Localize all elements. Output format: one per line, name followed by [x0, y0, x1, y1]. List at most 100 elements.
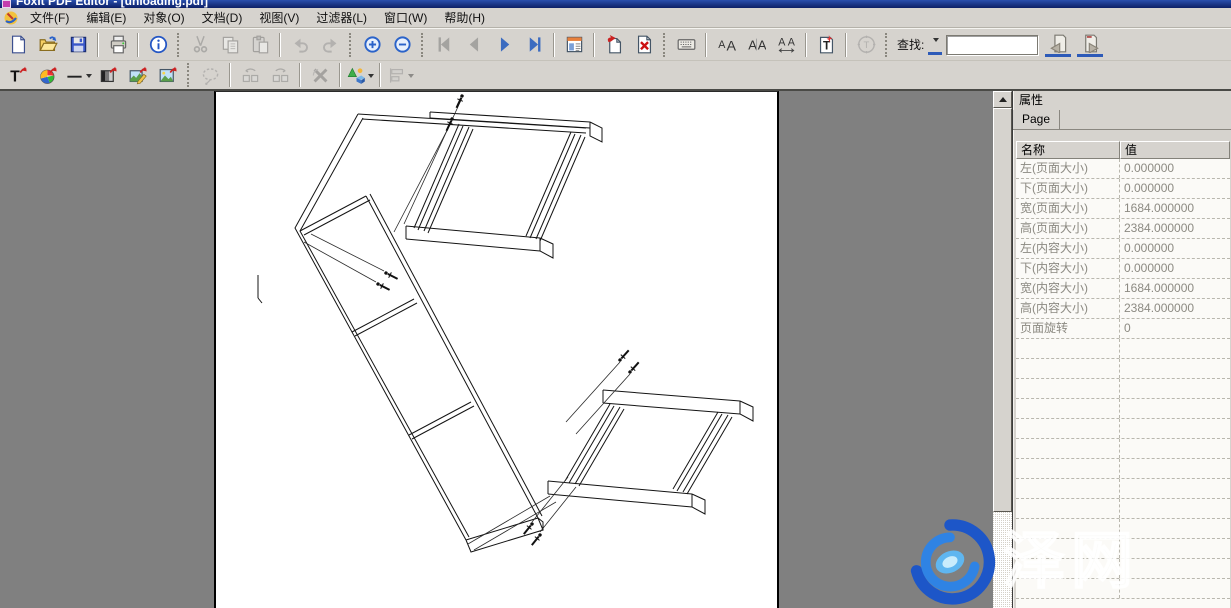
screw-symbol — [454, 93, 466, 109]
edit-image-button[interactable] — [124, 62, 152, 88]
save-file-button[interactable] — [64, 32, 92, 58]
zoom-in-button[interactable] — [358, 32, 386, 58]
line-style-button[interactable] — [64, 62, 92, 88]
page-thumbnails-icon — [565, 35, 584, 54]
zoom-in-icon — [363, 35, 382, 54]
property-row[interactable]: 宽(内容大小)1684.000000 — [1016, 279, 1230, 299]
menu-view[interactable]: 视图(V) — [254, 10, 304, 26]
property-row[interactable]: 高(页面大小)2384.000000 — [1016, 219, 1230, 239]
keyboard-input-button[interactable] — [672, 32, 700, 58]
menu-help[interactable]: 帮助(H) — [439, 10, 490, 26]
toolbar-drag-handle[interactable] — [177, 33, 181, 57]
vertical-scrollbar[interactable] — [993, 91, 1012, 608]
find-input[interactable] — [946, 35, 1038, 55]
menu-filter[interactable]: 过滤器(L) — [311, 10, 372, 26]
toolbar-separator — [137, 33, 139, 57]
property-value[interactable]: 2384.000000 — [1120, 299, 1230, 318]
char-spacing-button[interactable]: AA — [772, 32, 800, 58]
toolbar-separator — [339, 63, 341, 87]
toolbar-drag-handle[interactable] — [187, 63, 191, 87]
insert-page-icon — [605, 35, 624, 54]
property-value[interactable]: 0.000000 — [1120, 159, 1230, 178]
new-file-button[interactable] — [4, 32, 32, 58]
insert-shape-button[interactable] — [346, 62, 374, 88]
property-row[interactable]: 下(页面大小)0.000000 — [1016, 179, 1230, 199]
toolbar-drag-handle[interactable] — [663, 33, 667, 57]
find-previous-icon — [1049, 34, 1068, 53]
property-row[interactable]: 宽(页面大小)1684.000000 — [1016, 199, 1230, 219]
column-header-value[interactable]: 值 — [1120, 141, 1230, 159]
property-row[interactable]: 左(内容大小)0.000000 — [1016, 239, 1230, 259]
open-file-icon — [39, 35, 58, 54]
property-row[interactable]: 下(内容大小)0.000000 — [1016, 259, 1230, 279]
scrollbar-up-button[interactable] — [993, 91, 1012, 108]
delete-object-icon — [311, 66, 330, 85]
property-name: 宽(页面大小) — [1016, 199, 1120, 218]
toolbar-drag-handle[interactable] — [349, 33, 353, 57]
zoom-out-button[interactable] — [388, 32, 416, 58]
scrollbar-thumb[interactable] — [993, 108, 1012, 512]
next-page-button[interactable] — [490, 32, 518, 58]
open-file-button[interactable] — [34, 32, 62, 58]
add-shading-button[interactable] — [94, 62, 122, 88]
svg-text:A: A — [757, 37, 765, 52]
add-text-object-icon: T — [9, 66, 28, 85]
properties-table: 名称 值 左(页面大小)0.000000下(页面大小)0.000000宽(页面大… — [1016, 141, 1230, 608]
pdf-page[interactable] — [214, 91, 779, 608]
chevron-down-icon — [368, 74, 374, 81]
last-page-button[interactable] — [520, 32, 548, 58]
property-value[interactable]: 1684.000000 — [1120, 279, 1230, 298]
add-text-object-button[interactable]: T — [4, 62, 32, 88]
menu-edit[interactable]: 编辑(E) — [81, 10, 131, 26]
font-properties-icon: AA — [717, 35, 736, 54]
toolbar-drag-handle[interactable] — [421, 33, 425, 57]
find-previous-button[interactable] — [1045, 32, 1071, 57]
screw-symbol — [627, 360, 641, 375]
property-value[interactable]: 0 — [1120, 319, 1230, 338]
title-bar: Foxit PDF Editor - [unloading.pdf] — [0, 0, 1231, 8]
menu-file[interactable]: 文件(F) — [25, 10, 74, 26]
property-name: 下(内容大小) — [1016, 259, 1120, 278]
find-next-button[interactable] — [1077, 32, 1103, 57]
property-row[interactable]: 页面旋转0 — [1016, 319, 1230, 339]
find-options-dropdown[interactable] — [928, 34, 942, 55]
menu-object[interactable]: 对象(O) — [138, 10, 189, 26]
delete-page-button[interactable] — [630, 32, 658, 58]
menu-document[interactable]: 文档(D) — [197, 10, 248, 26]
find-label: 查找: — [897, 36, 924, 53]
property-row[interactable]: 左(页面大小)0.000000 — [1016, 159, 1230, 179]
select-lasso-button — [196, 62, 224, 88]
application-window: { "window": { "title": "Foxit PDF Editor… — [0, 0, 1231, 608]
add-text-button[interactable]: T — [812, 32, 840, 58]
screw-symbol — [383, 270, 399, 282]
property-value[interactable]: 2384.000000 — [1120, 219, 1230, 238]
insert-image-button[interactable] — [154, 62, 182, 88]
tab-page[interactable]: Page — [1013, 110, 1060, 129]
property-name: 左(页面大小) — [1016, 159, 1120, 178]
column-header-name[interactable]: 名称 — [1016, 141, 1120, 159]
redo-icon — [321, 35, 340, 54]
add-color-button[interactable] — [34, 62, 62, 88]
document-info-button[interactable] — [144, 32, 172, 58]
svg-text:T: T — [863, 40, 869, 51]
property-value[interactable]: 1684.000000 — [1120, 199, 1230, 218]
font-properties-button[interactable]: AA — [712, 32, 740, 58]
cut-button — [186, 32, 214, 58]
property-name: 高(页面大小) — [1016, 219, 1120, 238]
menu-window[interactable]: 窗口(W) — [379, 10, 432, 26]
toolbar-separator — [299, 63, 301, 87]
empty-row — [1016, 559, 1230, 579]
page-thumbnails-button[interactable] — [560, 32, 588, 58]
property-value[interactable]: 0.000000 — [1120, 239, 1230, 258]
property-value[interactable]: 0.000000 — [1120, 259, 1230, 278]
toolbar-separator — [593, 33, 595, 57]
property-value[interactable]: 0.000000 — [1120, 179, 1230, 198]
save-file-icon — [69, 35, 88, 54]
insert-page-button[interactable] — [600, 32, 628, 58]
toolbar-drag-handle[interactable] — [885, 33, 889, 57]
prev-page-icon — [465, 35, 484, 54]
font-scale-button[interactable]: AA — [742, 32, 770, 58]
print-button[interactable] — [104, 32, 132, 58]
property-row[interactable]: 高(内容大小)2384.000000 — [1016, 299, 1230, 319]
document-canvas[interactable] — [0, 91, 1012, 608]
